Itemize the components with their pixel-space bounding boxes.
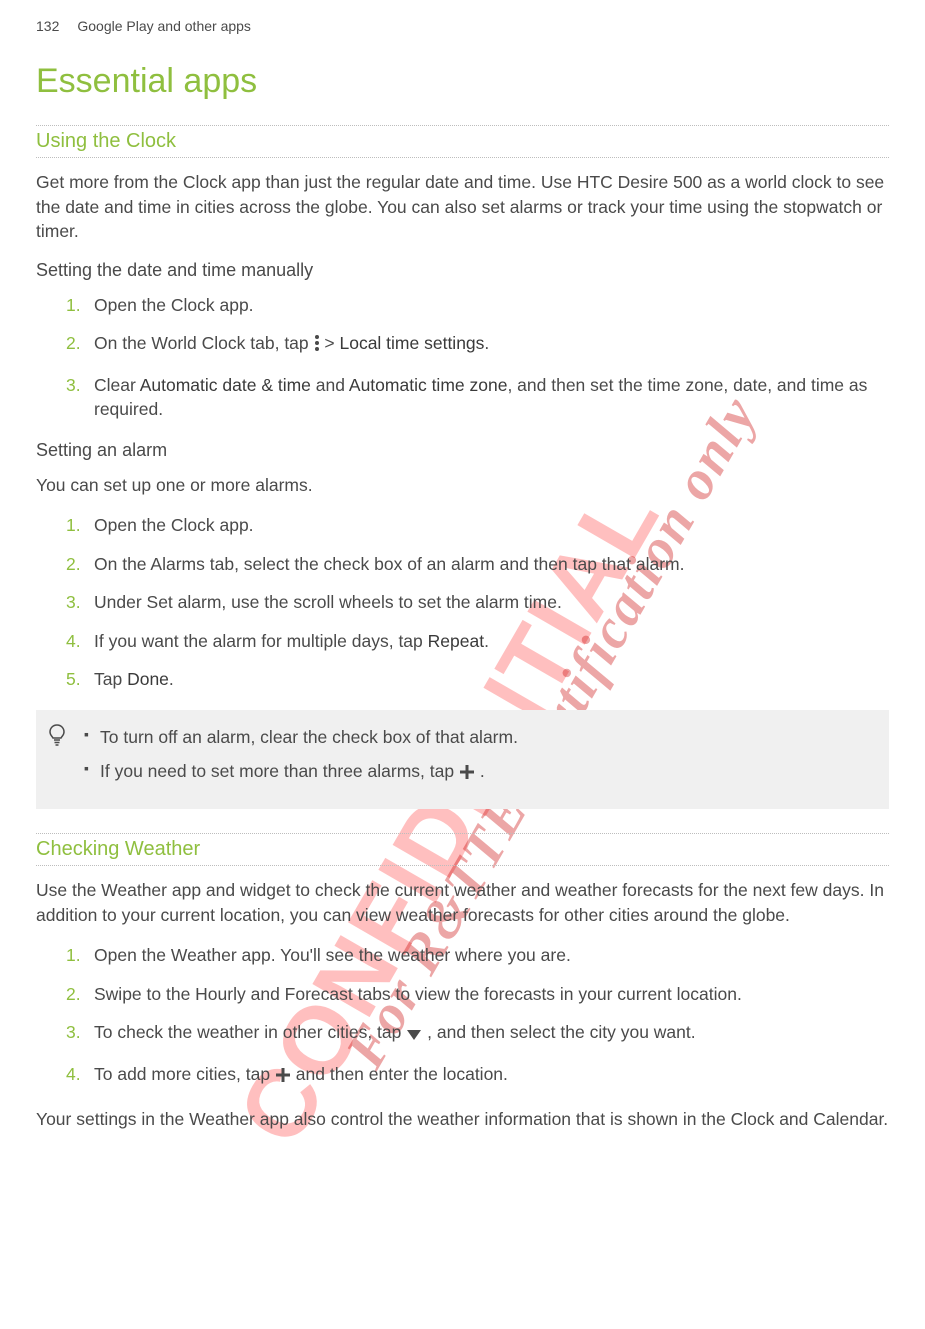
steps-set-alarm: Open the Clock app. On the Alarms tab, s…: [66, 513, 889, 692]
tip-item: If you need to set more than three alarm…: [84, 758, 875, 787]
list-item: Under Set alarm, use the scroll wheels t…: [66, 590, 889, 615]
plus-icon: [459, 761, 475, 787]
page-title: Essential apps: [36, 62, 889, 101]
text: >: [324, 333, 339, 353]
subheading-set-date-time: Setting the date and time manually: [36, 260, 889, 281]
text: Clear: [94, 375, 140, 395]
weather-intro: Use the Weather app and widget to check …: [36, 878, 889, 927]
list-item: Swipe to the Hourly and Forecast tabs to…: [66, 982, 889, 1007]
list-item: On the World Clock tab, tap > Local time…: [66, 331, 889, 359]
list-item: To check the weather in other cities, ta…: [66, 1020, 889, 1048]
page-header: 132 Google Play and other apps: [36, 18, 889, 34]
bold-text: Automatic date & time: [140, 375, 311, 395]
list-item: On the Alarms tab, select the check box …: [66, 552, 889, 577]
section-heading-clock: Using the Clock: [36, 130, 889, 153]
list-item: Tap Done.: [66, 667, 889, 692]
text: On the World Clock tab, tap: [94, 333, 314, 353]
text: and then enter the location.: [296, 1064, 508, 1084]
text: To add more cities, tap: [94, 1064, 275, 1084]
list-item: If you want the alarm for multiple days,…: [66, 629, 889, 654]
text: .: [484, 631, 489, 651]
text: .: [169, 669, 174, 689]
set-alarm-intro: You can set up one or more alarms.: [36, 473, 889, 498]
breadcrumb: Google Play and other apps: [77, 18, 251, 34]
clock-intro: Get more from the Clock app than just th…: [36, 170, 889, 244]
bold-text: Repeat: [428, 631, 484, 651]
divider: [36, 157, 889, 158]
divider: [36, 865, 889, 866]
divider: [36, 125, 889, 126]
page-number: 132: [36, 18, 59, 34]
text: To check the weather in other cities, ta…: [94, 1022, 406, 1042]
text: , and then select the city you want.: [427, 1022, 696, 1042]
lightbulb-icon: [46, 724, 68, 746]
triangle-down-icon: [406, 1023, 422, 1048]
steps-set-date-time: Open the Clock app. On the World Clock t…: [66, 293, 889, 422]
list-item: Open the Clock app.: [66, 513, 889, 538]
list-item: Open the Weather app. You'll see the wea…: [66, 943, 889, 968]
list-item: Open the Clock app.: [66, 293, 889, 318]
plus-icon: [275, 1065, 291, 1090]
list-item: To add more cities, tap and then enter t…: [66, 1062, 889, 1090]
text: .: [480, 761, 485, 781]
bold-text: Automatic time zone: [349, 375, 508, 395]
tip-item: To turn off an alarm, clear the check bo…: [84, 724, 875, 750]
text: If you want the alarm for multiple days,…: [94, 631, 428, 651]
bold-text: Done: [127, 669, 169, 689]
subheading-set-alarm: Setting an alarm: [36, 440, 889, 461]
more-vert-icon: [314, 334, 320, 359]
list-item: Clear Automatic date & time and Automati…: [66, 373, 889, 422]
weather-outro: Your settings in the Weather app also co…: [36, 1107, 889, 1132]
text: .: [484, 333, 489, 353]
text: If you need to set more than three alarm…: [100, 761, 459, 781]
divider: [36, 833, 889, 834]
steps-weather: Open the Weather app. You'll see the wea…: [66, 943, 889, 1089]
tip-box: To turn off an alarm, clear the check bo…: [36, 710, 889, 810]
bold-text: Local time settings: [339, 333, 484, 353]
section-heading-weather: Checking Weather: [36, 838, 889, 861]
text: and: [311, 375, 349, 395]
text: Tap: [94, 669, 127, 689]
